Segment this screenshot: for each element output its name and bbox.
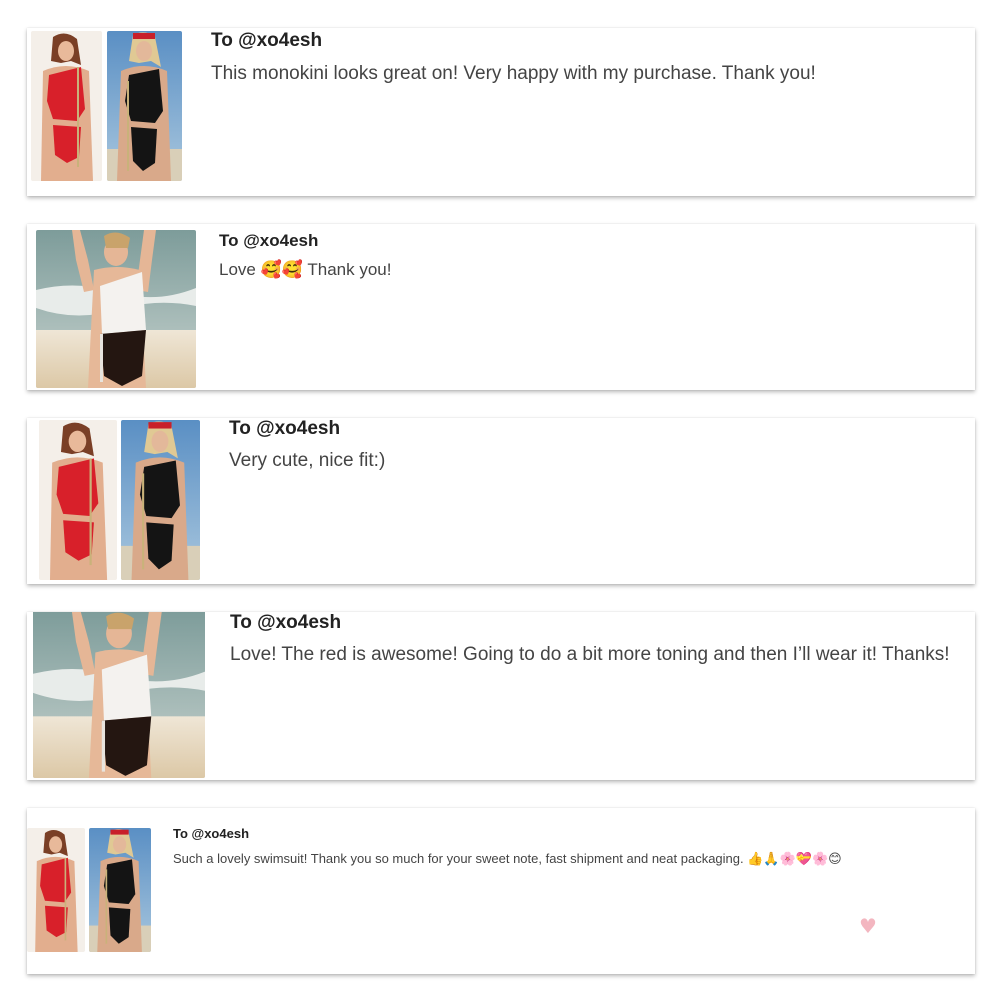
red-swimsuit-photo[interactable] [27, 828, 85, 952]
recipient-line: To @xo4esh [173, 826, 250, 841]
review-card: To @xo4esh Such a lovely swimsuit! Thank… [27, 808, 975, 974]
review-message: This monokini looks great on! Very happy… [211, 63, 816, 84]
review-message: Love 🥰🥰 Thank you! [219, 260, 391, 280]
smiling-face-hearts-emoji: 🥰🥰 [260, 260, 303, 280]
recipient-line: To @xo4esh [230, 612, 342, 633]
review-card: To @xo4esh Very cute, nice fit:) [27, 418, 975, 584]
red-swimsuit-photo[interactable] [31, 31, 102, 181]
review-card: To @xo4esh Love 🥰🥰 Thank you! [27, 224, 975, 390]
message-text: Such a lovely swimsuit! Thank you so muc… [173, 851, 748, 866]
review-message: Very cute, nice fit:) [229, 450, 386, 471]
message-text: Thank you! [302, 260, 392, 279]
review-message: Love! The red is awesome! Going to do a … [230, 644, 950, 665]
red-swimsuit-photo[interactable] [39, 420, 117, 580]
heart-icon[interactable]: ♥ [859, 914, 877, 938]
recipient-line: To @xo4esh [211, 30, 323, 51]
review-card: To @xo4esh This monokini looks great on!… [27, 28, 975, 196]
black-swimsuit-photo[interactable] [121, 420, 200, 580]
review-card: To @xo4esh Love! The red is awesome! Goi… [27, 612, 975, 780]
message-text: Love [219, 260, 261, 279]
black-swimsuit-photo[interactable] [107, 31, 182, 181]
white-black-swimsuit-photo[interactable] [33, 612, 205, 778]
black-swimsuit-photo[interactable] [89, 828, 151, 952]
review-message: Such a lovely swimsuit! Thank you so muc… [173, 851, 842, 867]
emoji-sequence: 👍🙏🌸💝🌸😊 [747, 852, 842, 867]
recipient-line: To @xo4esh [219, 231, 319, 250]
white-black-swimsuit-photo[interactable] [36, 230, 196, 388]
recipient-line: To @xo4esh [229, 418, 341, 439]
